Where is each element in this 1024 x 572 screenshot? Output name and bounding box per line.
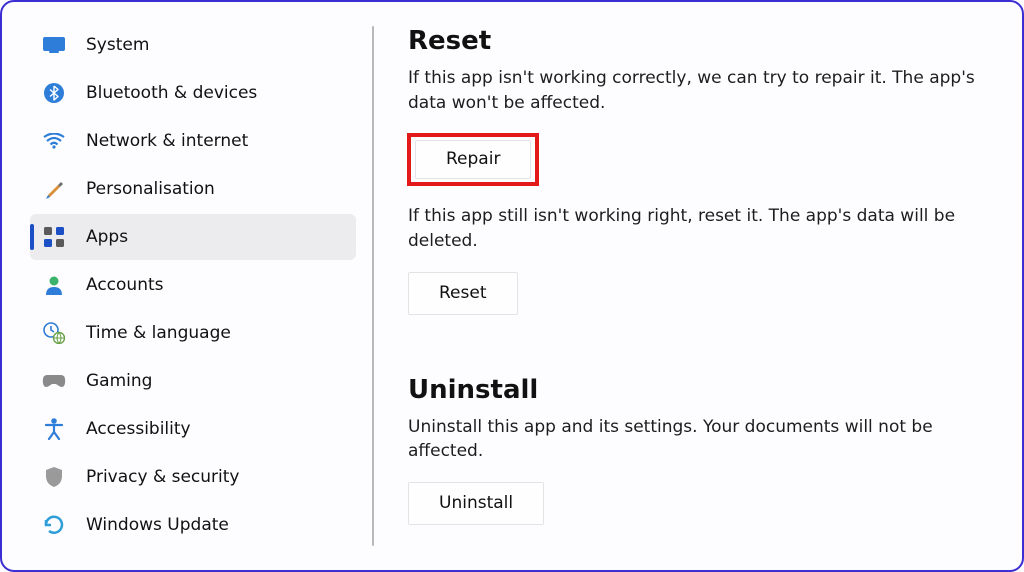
sidebar-item-label: Personalisation <box>86 179 215 199</box>
sidebar-item-label: Time & language <box>86 323 231 343</box>
shield-icon <box>42 465 66 489</box>
uninstall-section: Uninstall Uninstall this app and its set… <box>408 375 1004 545</box>
sidebar-item-label: Network & internet <box>86 131 248 151</box>
paintbrush-icon <box>42 177 66 201</box>
settings-sidebar: System Bluetooth & devices Network & int… <box>2 2 372 570</box>
clock-globe-icon <box>42 321 66 345</box>
repair-button[interactable]: Repair <box>415 140 531 179</box>
sidebar-item-privacy[interactable]: Privacy & security <box>30 454 356 500</box>
reset-description: If this app still isn't working right, r… <box>408 204 1004 253</box>
uninstall-heading: Uninstall <box>408 375 1004 405</box>
person-icon <box>42 273 66 297</box>
repair-description: If this app isn't working correctly, we … <box>408 66 1004 115</box>
sidebar-item-label: Windows Update <box>86 515 229 535</box>
gamepad-icon <box>42 369 66 393</box>
repair-highlight: Repair <box>407 133 539 186</box>
accessibility-icon <box>42 417 66 441</box>
update-icon <box>42 513 66 537</box>
sidebar-item-gaming[interactable]: Gaming <box>30 358 356 404</box>
reset-section: Reset If this app isn't working correctl… <box>408 26 1004 335</box>
sidebar-item-system[interactable]: System <box>30 22 356 68</box>
sidebar-item-time-language[interactable]: Time & language <box>30 310 356 356</box>
sidebar-item-accounts[interactable]: Accounts <box>30 262 356 308</box>
sidebar-item-windows-update[interactable]: Windows Update <box>30 502 356 548</box>
sidebar-item-personalisation[interactable]: Personalisation <box>30 166 356 212</box>
sidebar-item-label: Accessibility <box>86 419 191 439</box>
sidebar-item-label: Accounts <box>86 275 164 295</box>
reset-heading: Reset <box>408 26 1004 56</box>
apps-icon <box>42 225 66 249</box>
uninstall-button[interactable]: Uninstall <box>408 482 544 525</box>
sidebar-item-label: System <box>86 35 149 55</box>
sidebar-item-label: Gaming <box>86 371 152 391</box>
sidebar-item-apps[interactable]: Apps <box>30 214 356 260</box>
sidebar-item-network[interactable]: Network & internet <box>30 118 356 164</box>
sidebar-item-accessibility[interactable]: Accessibility <box>30 406 356 452</box>
sidebar-item-bluetooth[interactable]: Bluetooth & devices <box>30 70 356 116</box>
main-content: Reset If this app isn't working correctl… <box>374 2 1022 570</box>
wifi-icon <box>42 129 66 153</box>
bluetooth-icon <box>42 81 66 105</box>
uninstall-description: Uninstall this app and its settings. You… <box>408 415 1004 464</box>
sidebar-item-label: Apps <box>86 227 128 247</box>
sidebar-item-label: Privacy & security <box>86 467 240 487</box>
system-icon <box>42 33 66 57</box>
reset-button[interactable]: Reset <box>408 272 518 315</box>
sidebar-item-label: Bluetooth & devices <box>86 83 257 103</box>
